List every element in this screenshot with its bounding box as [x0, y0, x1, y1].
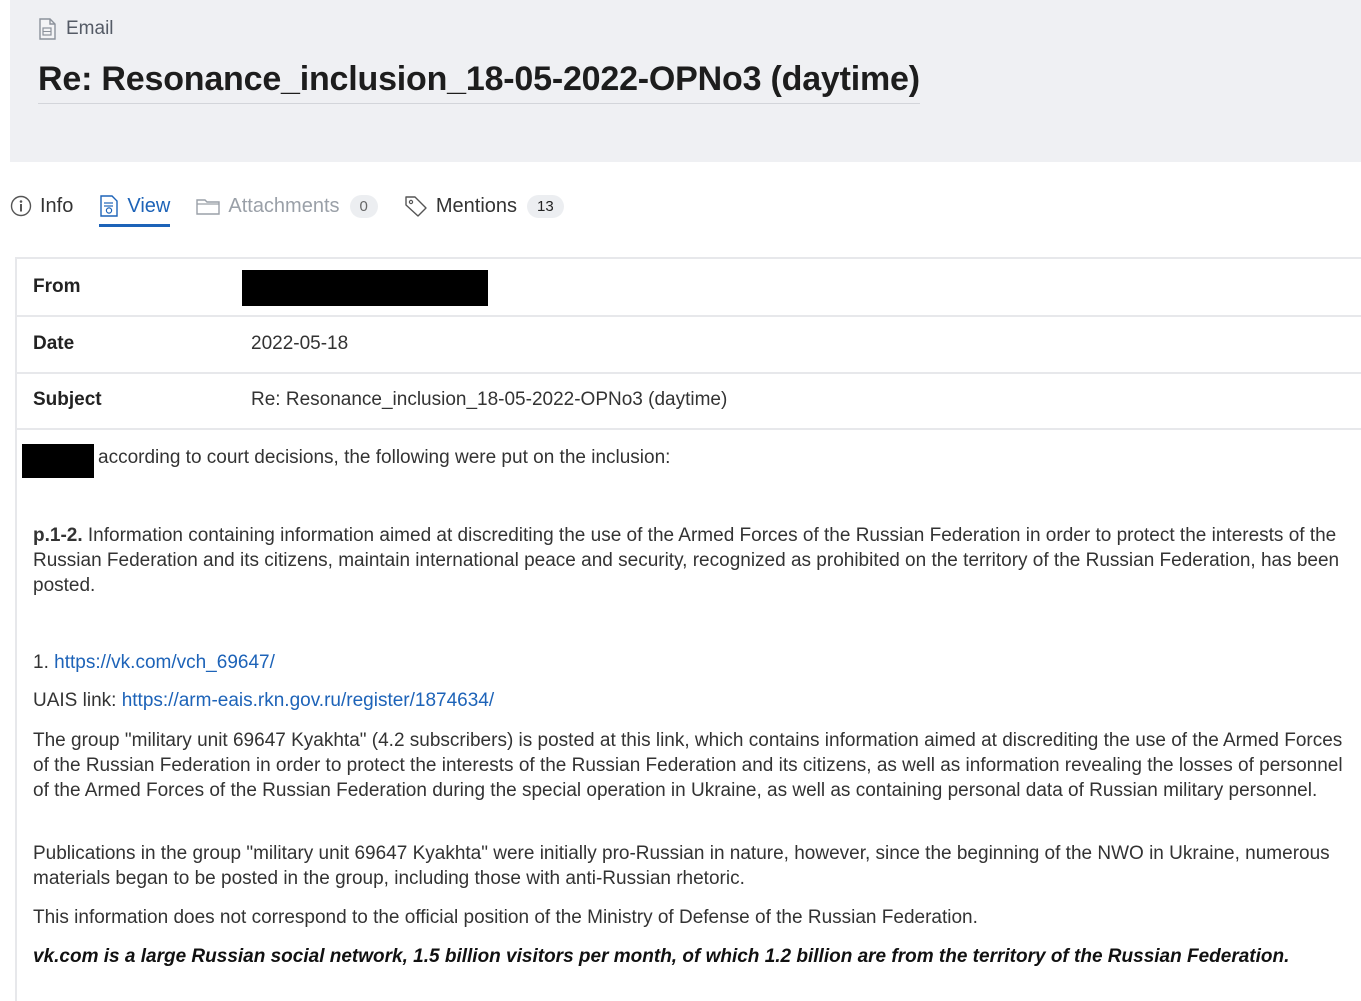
email-header: Email Re: Resonance_inclusion_18-05-2022…: [10, 0, 1361, 162]
tab-info-label: Info: [40, 194, 74, 217]
uais-link[interactable]: https://arm-eais.rkn.gov.ru/register/187…: [122, 690, 494, 711]
breadcrumb-label: Email: [66, 18, 114, 39]
date-label: Date: [33, 333, 75, 354]
subject-row: Subject Re: Resonance_inclusion_18-05-20…: [17, 372, 1361, 430]
folder-icon: [196, 199, 221, 215]
tab-bar: Info View Attachments 0 Mentions 13: [10, 188, 590, 228]
body-paragraph-4: vk.com is a large Russian social network…: [33, 946, 1290, 967]
email-view-panel: From Date 2022-05-18 Subject Re: Resonan…: [15, 257, 1361, 1001]
tab-info[interactable]: Info: [10, 188, 73, 224]
date-row: Date 2022-05-18: [17, 316, 1361, 374]
tab-view[interactable]: View: [99, 188, 171, 227]
paragraph-label: p.1-2.: [33, 525, 83, 546]
redacted-recipient: [22, 444, 94, 478]
tag-icon: [405, 196, 427, 217]
info-icon: [10, 195, 32, 217]
tab-mentions-label: Mentions: [435, 194, 518, 217]
mentions-count-badge: 13: [527, 194, 564, 218]
item-number: 1.: [33, 652, 49, 673]
from-label: From: [33, 276, 81, 297]
tab-view-label: View: [127, 194, 171, 217]
tab-mentions[interactable]: Mentions 13: [404, 188, 564, 224]
body-paragraph-3: This information does not correspond to …: [33, 907, 978, 928]
subject-label: Subject: [33, 389, 102, 410]
body-paragraph-2: Publications in the group "military unit…: [33, 843, 1330, 889]
breadcrumb: Email: [38, 18, 114, 40]
tab-attachments[interactable]: Attachments 0: [196, 188, 378, 224]
uais-label: UAIS link:: [33, 690, 117, 711]
date-value: 2022-05-18: [251, 333, 349, 354]
uais-line: UAIS link: https://arm-eais.rkn.gov.ru/r…: [33, 688, 1353, 713]
from-row: From: [17, 259, 1361, 317]
body-paragraph-1: The group "military unit 69647 Kyakhta" …: [33, 730, 1343, 801]
view-icon: [100, 195, 119, 217]
attachments-count-badge: 0: [349, 194, 378, 218]
vk-link[interactable]: https://vk.com/vch_69647/: [54, 652, 275, 673]
document-icon: [39, 18, 56, 40]
list-item: 1. https://vk.com/vch_69647/: [33, 650, 1353, 675]
paragraph-p1-2: p.1-2. Information containing informatio…: [33, 523, 1353, 598]
intro-text: according to court decisions, the follow…: [98, 447, 671, 468]
redacted-sender: [242, 270, 488, 306]
tab-attachments-label: Attachments: [228, 194, 340, 217]
subject-value: Re: Resonance_inclusion_18-05-2022-OPNo3…: [251, 389, 728, 410]
page-title: Re: Resonance_inclusion_18-05-2022-OPNo3…: [38, 60, 920, 104]
paragraph-text: Information containing information aimed…: [33, 525, 1340, 596]
